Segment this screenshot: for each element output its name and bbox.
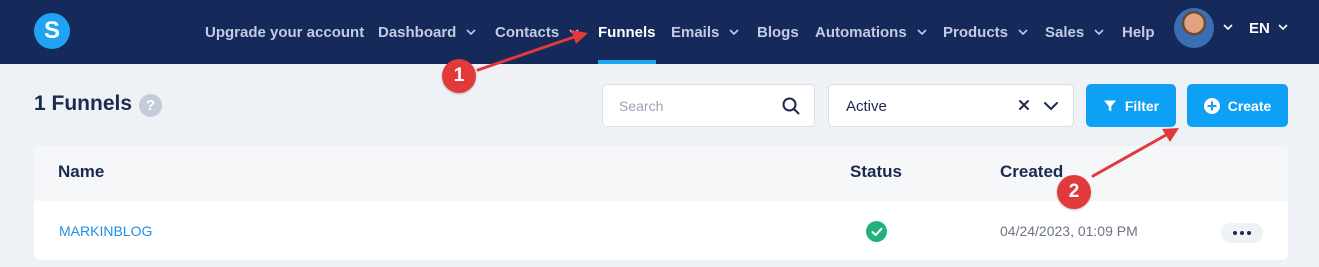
- column-header-name[interactable]: Name: [58, 162, 104, 182]
- nav-dashboard[interactable]: Dashboard: [378, 0, 476, 64]
- column-header-status[interactable]: Status: [850, 162, 902, 182]
- create-button[interactable]: Create: [1187, 84, 1288, 127]
- search-input[interactable]: [619, 95, 779, 117]
- dot-icon: [1233, 231, 1237, 235]
- more-actions-button[interactable]: [1221, 223, 1263, 243]
- nav-emails-label: Emails: [671, 23, 720, 41]
- annotation-badge-1: 1: [442, 59, 476, 93]
- create-button-label: Create: [1227, 97, 1272, 114]
- chevron-down-icon: [1094, 29, 1104, 36]
- dot-icon: [1247, 231, 1251, 235]
- chevron-down-icon[interactable]: [1223, 22, 1233, 32]
- search-icon[interactable]: [782, 97, 800, 115]
- chevron-down-icon[interactable]: [1278, 22, 1288, 32]
- table-header: Name Status Created: [34, 146, 1288, 201]
- status-select-value: Active: [846, 98, 887, 115]
- nav-sales-label: Sales: [1045, 23, 1085, 41]
- nav-funnels[interactable]: Funnels: [598, 0, 656, 64]
- dot-icon: [1240, 231, 1244, 235]
- nav-help-label: Help: [1122, 23, 1155, 41]
- language-label: EN: [1249, 19, 1270, 37]
- nav-blogs[interactable]: Blogs: [757, 0, 799, 64]
- nav-automations[interactable]: Automations: [815, 0, 927, 64]
- nav-contacts[interactable]: Contacts: [495, 0, 579, 64]
- plus-circle-icon: [1203, 97, 1220, 114]
- close-icon[interactable]: [1017, 98, 1031, 112]
- chevron-down-icon: [466, 29, 476, 36]
- nav-upgrade-account[interactable]: Upgrade your account: [205, 0, 364, 64]
- active-tab-underline: [598, 60, 656, 64]
- annotation-badge-2: 2: [1057, 175, 1091, 209]
- nav-sales[interactable]: Sales: [1045, 0, 1104, 64]
- column-header-created[interactable]: Created: [1000, 162, 1063, 182]
- nav-dashboard-label: Dashboard: [378, 23, 457, 41]
- filter-button-label: Filter: [1124, 97, 1160, 114]
- user-avatar[interactable]: [1174, 8, 1214, 48]
- funnel-name-link[interactable]: MARKINBLOG: [59, 223, 152, 239]
- nav-products[interactable]: Products: [943, 0, 1028, 64]
- brand-logo[interactable]: S: [34, 13, 70, 49]
- created-date: 04/24/2023, 01:09 PM: [1000, 223, 1138, 239]
- filter-button[interactable]: Filter: [1086, 84, 1176, 127]
- chevron-down-icon: [1018, 29, 1028, 36]
- language-selector[interactable]: EN: [1249, 0, 1270, 56]
- nav-automations-label: Automations: [815, 23, 907, 41]
- nav-blogs-label: Blogs: [757, 23, 799, 41]
- chevron-down-icon: [569, 29, 579, 36]
- search-box: [602, 84, 815, 127]
- nav-help[interactable]: Help: [1122, 0, 1155, 64]
- nav-contacts-label: Contacts: [495, 23, 560, 41]
- status-select[interactable]: Active: [828, 84, 1074, 127]
- top-navbar: S Upgrade your account Dashboard Contact…: [0, 0, 1319, 64]
- nav-emails[interactable]: Emails: [671, 0, 739, 64]
- page-title: 1 Funnels: [34, 92, 133, 115]
- filter-icon: [1103, 100, 1116, 111]
- chevron-down-icon[interactable]: [1043, 100, 1059, 112]
- nav-upgrade-account-label: Upgrade your account: [205, 23, 365, 41]
- chevron-down-icon: [729, 29, 739, 36]
- help-icon[interactable]: ?: [139, 94, 162, 117]
- chevron-down-icon: [917, 29, 927, 36]
- nav-products-label: Products: [943, 23, 1009, 41]
- funnels-table: Name Status Created MARKINBLOG 04/24/202…: [34, 146, 1288, 260]
- check-circle-icon: [866, 221, 887, 242]
- nav-funnels-label: Funnels: [598, 23, 656, 41]
